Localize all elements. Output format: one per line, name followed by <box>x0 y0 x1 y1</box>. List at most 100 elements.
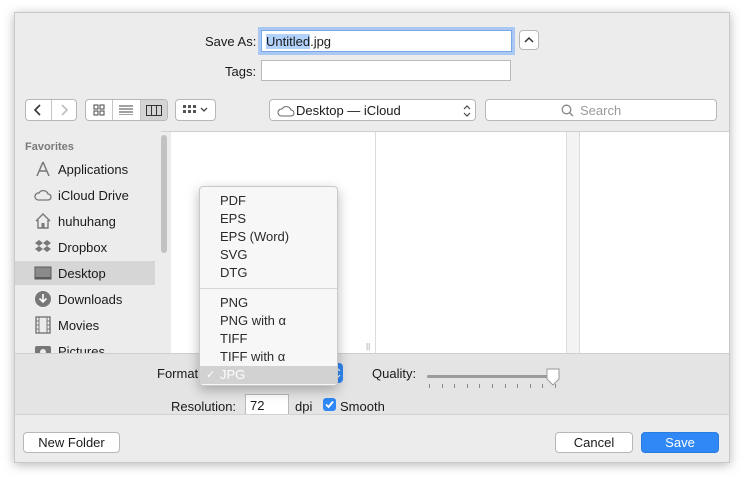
list-view-button[interactable] <box>113 100 141 120</box>
sidebar-item-label: Desktop <box>58 265 106 281</box>
filename-extension: .jpg <box>310 34 332 49</box>
menu-item-label: PNG with α <box>220 313 287 328</box>
grid-view-icon <box>93 104 105 116</box>
chevron-left-icon <box>34 104 41 116</box>
desktop-icon <box>33 263 53 283</box>
menu-item-label: TIFF with α <box>220 349 286 364</box>
format-menu-item[interactable]: EPS (Word) <box>200 228 337 246</box>
list-view-icon <box>119 105 134 115</box>
quality-slider-track[interactable] <box>427 375 557 378</box>
quality-tick <box>529 384 531 388</box>
format-menu-item[interactable]: TIFF <box>200 330 337 348</box>
arrange-grid-icon <box>183 105 196 113</box>
cancel-button[interactable]: Cancel <box>555 432 633 453</box>
tags-field[interactable] <box>261 60 511 81</box>
column-resize-handle[interactable]: || <box>366 342 370 351</box>
sidebar-item-dropbox[interactable]: Dropbox <box>15 235 155 259</box>
quality-tick <box>504 384 506 388</box>
sidebar-item-home[interactable]: huhuhang <box>15 209 155 233</box>
resolution-label: Resolution: <box>171 399 237 414</box>
location-popup[interactable]: Desktop — iCloud <box>269 99 476 121</box>
sidebar-item-label: Dropbox <box>58 239 108 255</box>
filename-field[interactable]: Untitled.jpg <box>261 30 512 52</box>
menu-item-label: EPS (Word) <box>220 229 290 244</box>
new-folder-button[interactable]: New Folder <box>23 432 120 453</box>
sidebar-scrollbar[interactable] <box>161 135 167 253</box>
downloads-icon <box>33 289 53 309</box>
quality-tick <box>429 384 430 388</box>
icloud-icon <box>277 106 295 117</box>
menu-item-label: DTG <box>220 265 248 280</box>
sidebar-heading: Favorites <box>25 141 74 153</box>
back-button[interactable] <box>26 100 52 120</box>
menu-item-label: PDF <box>220 193 246 208</box>
menu-item-label: EPS <box>220 211 247 226</box>
save-button[interactable]: Save <box>641 432 719 453</box>
column-view-button[interactable] <box>140 100 167 120</box>
format-menu-item[interactable]: EPS <box>200 210 337 228</box>
checkmark-icon <box>325 400 334 409</box>
icloud-icon <box>33 185 53 205</box>
sidebar-item-desktop[interactable]: Desktop <box>15 261 155 285</box>
sidebar-item-applications[interactable]: Applications <box>15 157 155 181</box>
sidebar-item-movies[interactable]: Movies <box>15 313 155 337</box>
footer-divider <box>15 414 729 415</box>
quality-slider-fill <box>427 375 554 378</box>
format-label: Format <box>157 366 199 381</box>
format-menu: PDF EPS EPS (Word) SVG DTG PNG PNG with … <box>199 186 338 386</box>
search-icon <box>561 104 574 117</box>
sidebar-item-downloads[interactable]: Downloads <box>15 287 155 311</box>
format-menu-item[interactable]: PNG with α <box>200 312 337 330</box>
quality-tick <box>479 384 481 388</box>
column-view-icon <box>145 104 162 116</box>
sidebar-item-label: iCloud Drive <box>58 187 129 203</box>
location-label: Desktop — iCloud <box>296 103 401 118</box>
forward-button[interactable] <box>52 100 77 120</box>
chevron-down-icon <box>200 107 208 112</box>
home-icon <box>33 211 53 231</box>
quality-label: Quality: <box>372 366 417 381</box>
format-menu-item[interactable]: SVG <box>200 246 337 264</box>
column-divider <box>567 132 580 353</box>
checkmark-icon: ✓ <box>206 369 216 381</box>
chevron-up-icon <box>524 36 534 43</box>
applications-icon <box>33 159 53 179</box>
expand-collapse-button[interactable] <box>519 30 539 50</box>
resolution-value: 72 <box>250 398 265 413</box>
quality-slider-knob[interactable] <box>546 368 560 386</box>
arrange-button[interactable] <box>175 99 216 121</box>
menu-item-label: PNG <box>220 295 249 310</box>
back-forward-control <box>25 99 77 121</box>
format-menu-item[interactable]: PNG <box>200 294 337 312</box>
sidebar-item-label: Applications <box>58 161 129 177</box>
format-menu-item[interactable]: DTG <box>200 264 337 282</box>
sidebar-item-icloud-drive[interactable]: iCloud Drive <box>15 183 155 207</box>
menu-item-label: TIFF <box>220 331 248 346</box>
menu-separator <box>200 288 337 289</box>
sidebar-item-label: Movies <box>58 317 100 333</box>
quality-tick <box>492 384 493 388</box>
save-as-label: Save As: <box>205 34 257 49</box>
format-menu-item[interactable]: PDF <box>200 192 337 210</box>
quality-tick <box>542 384 544 388</box>
smooth-checkbox[interactable] <box>323 398 336 411</box>
smooth-label: Smooth <box>340 399 385 414</box>
save-dialog: Save As: Untitled.jpg Tags: Desktop — iC… <box>14 12 730 463</box>
search-placeholder: Search <box>580 103 622 118</box>
format-menu-item-selected[interactable]: ✓ JPG <box>200 366 337 384</box>
sidebar-item-label: huhuhang <box>58 213 116 229</box>
resolution-field[interactable]: 72 <box>245 394 289 415</box>
quality-tick <box>466 384 468 388</box>
format-menu-item[interactable]: TIFF with α <box>200 348 337 366</box>
menu-item-label: SVG <box>220 247 248 262</box>
column-3 <box>580 132 729 353</box>
tags-label: Tags: <box>225 64 257 79</box>
quality-tick <box>517 384 519 388</box>
sidebar: Favorites Applications iCloud Drive huhu… <box>15 131 167 359</box>
search-field[interactable]: Search <box>485 99 717 121</box>
chevron-right-icon <box>61 104 68 116</box>
icon-view-button[interactable] <box>86 100 114 120</box>
view-mode-control <box>85 99 168 121</box>
updown-chevron-icon <box>463 105 471 117</box>
dropbox-icon <box>33 237 53 257</box>
